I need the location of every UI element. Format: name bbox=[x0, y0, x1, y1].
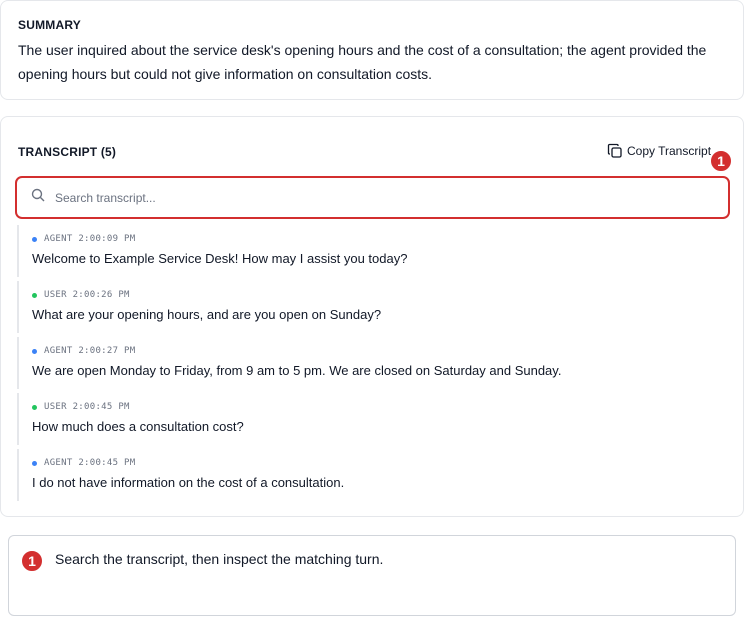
turn-time: 2:00:26 PM bbox=[72, 290, 130, 300]
turn-time: 2:00:45 PM bbox=[72, 402, 130, 412]
turn-time: 2:00:45 PM bbox=[78, 458, 136, 468]
turn-text: What are your opening hours, and are you… bbox=[32, 307, 382, 322]
speaker-dot-icon bbox=[32, 460, 37, 466]
turn-text: How much does a consultation cost? bbox=[32, 419, 244, 434]
turn-role: USER bbox=[44, 402, 67, 412]
copy-icon bbox=[607, 143, 623, 159]
turn-meta: AGENT 2:00:09 PM bbox=[32, 233, 717, 245]
search-input[interactable] bbox=[55, 190, 655, 205]
turn-role: USER bbox=[44, 290, 67, 300]
annotation-badge-search: 1 bbox=[709, 149, 733, 173]
turn-time: 2:00:27 PM bbox=[78, 346, 136, 356]
speaker-dot-icon bbox=[32, 404, 37, 410]
transcript-turn[interactable]: USER 2:00:26 PM What are your opening hou… bbox=[17, 281, 717, 333]
transcript-turn[interactable]: AGENT 2:00:27 PM We are open Monday to Fr… bbox=[17, 337, 717, 389]
copy-transcript-label: Copy Transcript bbox=[627, 144, 712, 158]
summary-card: SUMMARY The user inquired about the serv… bbox=[0, 0, 744, 100]
turn-text: Welcome to Example Service Desk! How may… bbox=[32, 251, 408, 266]
turn-meta: AGENT 2:00:27 PM bbox=[32, 345, 717, 357]
annotation-badge-instruction: 1 bbox=[20, 549, 44, 573]
turn-text: We are open Monday to Friday, from 9 am … bbox=[32, 363, 562, 378]
transcript-turn-list: AGENT 2:00:09 PM Welcome to Example Servi… bbox=[17, 225, 717, 505]
turn-time: 2:00:09 PM bbox=[78, 234, 136, 244]
speaker-dot-icon bbox=[32, 292, 37, 298]
transcript-heading: TRANSCRIPT (5) bbox=[18, 145, 117, 159]
speaker-dot-icon bbox=[32, 236, 37, 242]
transcript-turn[interactable]: USER 2:00:45 PM How much does a consultat… bbox=[17, 393, 717, 445]
transcript-turn[interactable]: AGENT 2:00:45 PM I do not have informatio… bbox=[17, 449, 717, 501]
copy-transcript-button[interactable]: Copy Transcript bbox=[607, 143, 711, 159]
instruction-text: Search the transcript, then inspect the … bbox=[55, 551, 384, 567]
turn-text: I do not have information on the cost of… bbox=[32, 475, 345, 490]
transcript-card: TRANSCRIPT (5) Copy Transcript AGENT 2:0… bbox=[0, 116, 744, 517]
speaker-dot-icon bbox=[32, 348, 37, 354]
turn-meta: USER 2:00:45 PM bbox=[32, 401, 717, 413]
turn-meta: AGENT 2:00:45 PM bbox=[32, 457, 717, 469]
turn-role: AGENT bbox=[44, 234, 73, 244]
summary-heading: SUMMARY bbox=[18, 18, 81, 32]
turn-role: AGENT bbox=[44, 458, 73, 468]
transcript-turn[interactable]: AGENT 2:00:09 PM Welcome to Example Servi… bbox=[17, 225, 717, 277]
search-box bbox=[15, 176, 730, 219]
turn-meta: USER 2:00:26 PM bbox=[32, 289, 717, 301]
instruction-box: 1 Search the transcript, then inspect th… bbox=[8, 535, 736, 616]
turn-role: AGENT bbox=[44, 346, 73, 356]
summary-text: The user inquired about the service desk… bbox=[18, 42, 707, 82]
search-icon bbox=[31, 188, 45, 207]
